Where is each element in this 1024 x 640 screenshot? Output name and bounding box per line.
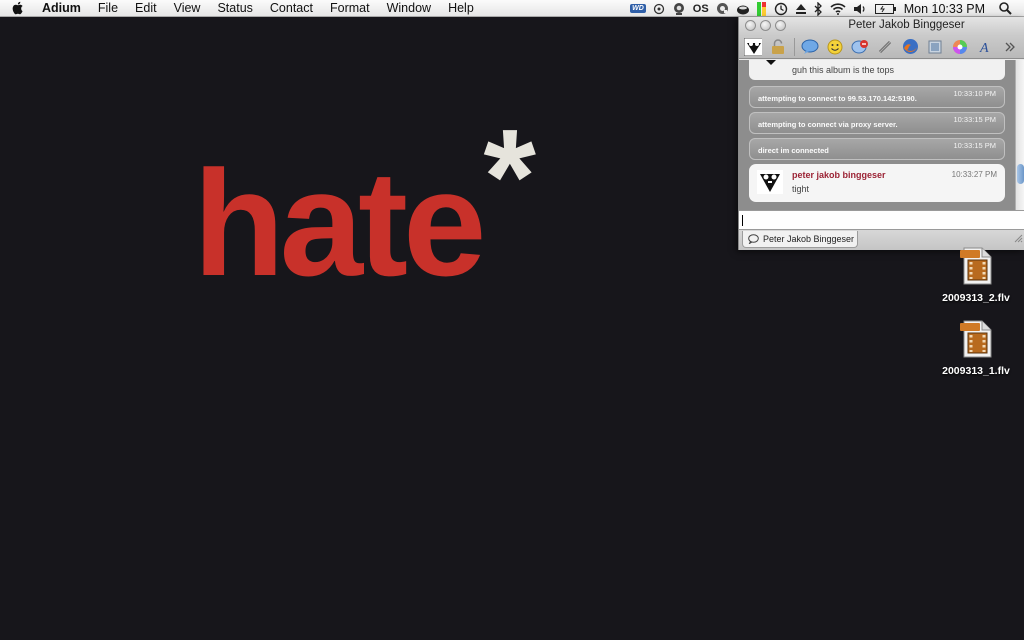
window-controls xyxy=(745,20,790,31)
status-message-text: direct im connected xyxy=(758,146,829,155)
resize-grip-icon[interactable] xyxy=(1014,230,1023,248)
chat-toolbar: A xyxy=(739,35,1024,59)
quicksilver-icon[interactable] xyxy=(716,0,729,17)
status-message-time: 10:33:10 PM xyxy=(953,89,996,98)
firefox-icon[interactable] xyxy=(901,38,919,56)
toolbar-separator xyxy=(794,37,795,56)
status-message-text: attempting to connect to 99.53.170.142:5… xyxy=(758,94,917,103)
color-wheel-icon[interactable] xyxy=(951,38,969,56)
menu-edit[interactable]: Edit xyxy=(135,0,157,17)
status-message-time: 10:33:15 PM xyxy=(953,141,996,150)
message-input[interactable] xyxy=(739,210,1024,230)
wallpaper-word: hate xyxy=(193,139,486,307)
menu-view[interactable]: View xyxy=(174,0,201,17)
contact-avatar-icon[interactable] xyxy=(744,37,762,56)
text-cursor xyxy=(742,215,743,226)
menu-file[interactable]: File xyxy=(98,0,118,17)
more-icon[interactable] xyxy=(1001,38,1019,56)
desktop-file[interactable]: 2009313_1.flv xyxy=(931,320,1021,377)
chat-window-title: Peter Jakob Binggeser xyxy=(848,19,965,31)
menu-window[interactable]: Window xyxy=(387,0,431,17)
tab-label: Peter Jakob Binggeser xyxy=(763,234,855,244)
font-icon[interactable]: A xyxy=(976,38,994,56)
status-message: attempting to connect to 99.53.170.142:5… xyxy=(749,86,1005,108)
sender-avatar-icon xyxy=(763,60,779,68)
menu-clock[interactable]: Mon 10:33 PM xyxy=(904,2,985,16)
send-file-icon[interactable] xyxy=(926,38,944,56)
status-message-time: 10:33:15 PM xyxy=(953,115,996,124)
message-sender: peter jakob binggeser xyxy=(792,170,886,180)
sender-avatar-icon xyxy=(757,170,783,199)
os-icon[interactable]: OS xyxy=(693,0,709,17)
status-message: direct im connected 10:33:15 PM xyxy=(749,138,1005,160)
wd-drive-icon[interactable]: WD xyxy=(630,0,646,17)
battery-meter-icon[interactable] xyxy=(756,0,767,17)
close-button[interactable] xyxy=(745,20,756,31)
status-message: attempting to connect via proxy server. … xyxy=(749,112,1005,134)
chat-window: Peter Jakob Binggeser A guh this album i… xyxy=(738,17,1024,250)
menu-format[interactable]: Format xyxy=(330,0,370,17)
scrollbar-thumb[interactable] xyxy=(1017,164,1024,184)
time-machine-icon[interactable] xyxy=(774,0,788,17)
file-name: 2009313_2.flv xyxy=(942,292,1010,304)
message-time: 10:33:27 PM xyxy=(951,170,997,179)
bluetooth-icon[interactable] xyxy=(814,0,823,17)
menu-contact[interactable]: Contact xyxy=(270,0,313,17)
flv-file-icon xyxy=(931,247,1021,288)
message-text: guh this album is the tops xyxy=(792,65,895,75)
link-icon[interactable] xyxy=(876,38,894,56)
tab-peter-jakob-binggeser[interactable]: Peter Jakob Binggeser xyxy=(742,231,858,248)
eject-icon[interactable] xyxy=(795,0,807,17)
chat-transcript[interactable]: guh this album is the tops attempting to… xyxy=(739,60,1015,210)
block-icon[interactable] xyxy=(851,38,869,56)
chat-bubble-icon xyxy=(748,234,759,244)
message-bubble-partial: guh this album is the tops xyxy=(749,60,1005,80)
menu-adium[interactable]: Adium xyxy=(42,0,81,17)
spotlight-icon[interactable] xyxy=(999,0,1012,17)
message-text: tight xyxy=(792,184,810,194)
wifi-icon[interactable] xyxy=(830,0,846,17)
transcript-scrollbar[interactable] xyxy=(1015,60,1024,210)
svg-text:A: A xyxy=(979,41,989,55)
file-name: 2009313_1.flv xyxy=(942,365,1010,377)
menu-bar: Adium File Edit View Status Contact Form… xyxy=(0,0,1024,17)
menu-help[interactable]: Help xyxy=(448,0,474,17)
adium-duck-icon[interactable] xyxy=(736,0,750,17)
smiley-icon[interactable] xyxy=(826,38,844,56)
minimize-button[interactable] xyxy=(760,20,771,31)
chat-titlebar[interactable]: Peter Jakob Binggeser xyxy=(739,17,1024,35)
menu-extras: WD OS Mon 10:33 PM xyxy=(630,0,1024,17)
message-bubble: peter jakob binggeser 10:33:27 PM tight xyxy=(749,164,1005,202)
flv-file-icon xyxy=(931,320,1021,361)
message-icon[interactable] xyxy=(801,38,819,56)
zoom-button[interactable] xyxy=(775,20,786,31)
lock-icon[interactable] xyxy=(769,38,787,56)
desktop-file[interactable]: 2009313_2.flv xyxy=(931,247,1021,304)
status-message-text: attempting to connect via proxy server. xyxy=(758,120,898,129)
apple-menu-icon[interactable] xyxy=(12,1,28,15)
volume-icon[interactable] xyxy=(853,0,868,17)
battery-icon[interactable] xyxy=(874,0,897,17)
wallpaper-text: hate* xyxy=(193,109,536,298)
webcam-icon[interactable] xyxy=(672,0,686,17)
menu-status[interactable]: Status xyxy=(217,0,252,17)
wallpaper-asterisk: * xyxy=(483,101,535,252)
sync-icon[interactable] xyxy=(653,0,665,17)
